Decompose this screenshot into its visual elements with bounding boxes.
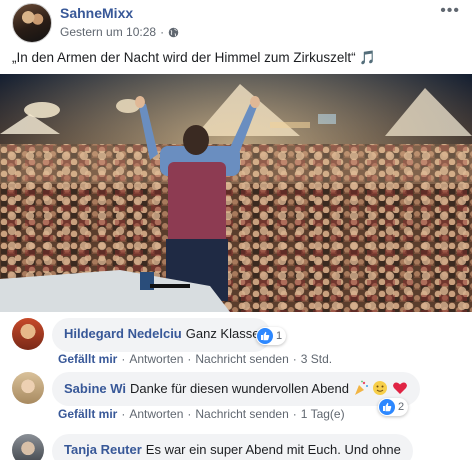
comment-timestamp[interactable]: 1 Tag(e)	[301, 407, 345, 421]
post-timestamp[interactable]: Gestern um 10:28	[60, 25, 156, 39]
reply-link[interactable]: Antworten	[129, 407, 183, 421]
comment-actions: Gefällt mir · Antworten · Nachricht senden…	[58, 352, 333, 366]
smiley-icon	[373, 381, 388, 395]
concert-crowd-photo	[0, 74, 472, 312]
comment-bubble: Tanja Reuter Es war ein super Abend mit E…	[52, 434, 413, 460]
page-avatar[interactable]	[12, 3, 52, 43]
post-photo[interactable]	[0, 74, 472, 312]
thumbs-up-icon	[257, 328, 273, 344]
comment-author[interactable]: Tanja Reuter	[64, 442, 142, 457]
thumbs-up-icon	[379, 399, 395, 415]
comment-text: Es war ein super Abend mit Euch. Und ohn…	[145, 442, 401, 457]
reply-link[interactable]: Antworten	[129, 352, 183, 366]
send-message-link[interactable]: Nachricht senden	[195, 407, 288, 421]
avatar[interactable]	[12, 372, 44, 404]
comment-author[interactable]: Sabine Wi	[64, 381, 126, 396]
like-link[interactable]: Gefällt mir	[58, 407, 117, 421]
comment-bubble: Hildegard Nedelciu Ganz Klasse	[52, 318, 272, 352]
post-text: „In den Armen der Nacht wird der Himmel …	[12, 50, 377, 65]
globe-icon[interactable]	[168, 27, 179, 38]
comment-author[interactable]: Hildegard Nedelciu	[64, 326, 182, 341]
reaction-number: 2	[398, 401, 405, 413]
comment-timestamp[interactable]: 3 Std.	[301, 352, 332, 366]
more-options-icon[interactable]: •••	[440, 2, 460, 20]
post-meta: Gestern um 10:28 ·	[60, 25, 179, 39]
avatar[interactable]	[12, 318, 44, 350]
party-popper-icon	[354, 380, 368, 395]
avatar[interactable]	[12, 434, 44, 460]
post-header: SahneMixx Gestern um 10:28 · •••	[0, 0, 472, 46]
reaction-count[interactable]: 2	[378, 398, 409, 416]
like-link[interactable]: Gefällt mir	[58, 352, 117, 366]
comment-actions: Gefällt mir · Antworten · Nachricht senden…	[58, 407, 345, 421]
heart-icon	[392, 382, 407, 394]
reaction-number: 1	[276, 330, 283, 342]
comment-text: Danke für diesen wundervollen Abend	[130, 381, 349, 396]
comment-bubble: Sabine Wi Danke für diesen wundervollen A…	[52, 372, 420, 406]
meta-separator: ·	[160, 25, 165, 39]
reaction-count[interactable]: 1	[256, 327, 287, 345]
page-name-link[interactable]: SahneMixx	[60, 5, 133, 21]
comment-text: Ganz Klasse	[185, 326, 260, 341]
send-message-link[interactable]: Nachricht senden	[195, 352, 288, 366]
